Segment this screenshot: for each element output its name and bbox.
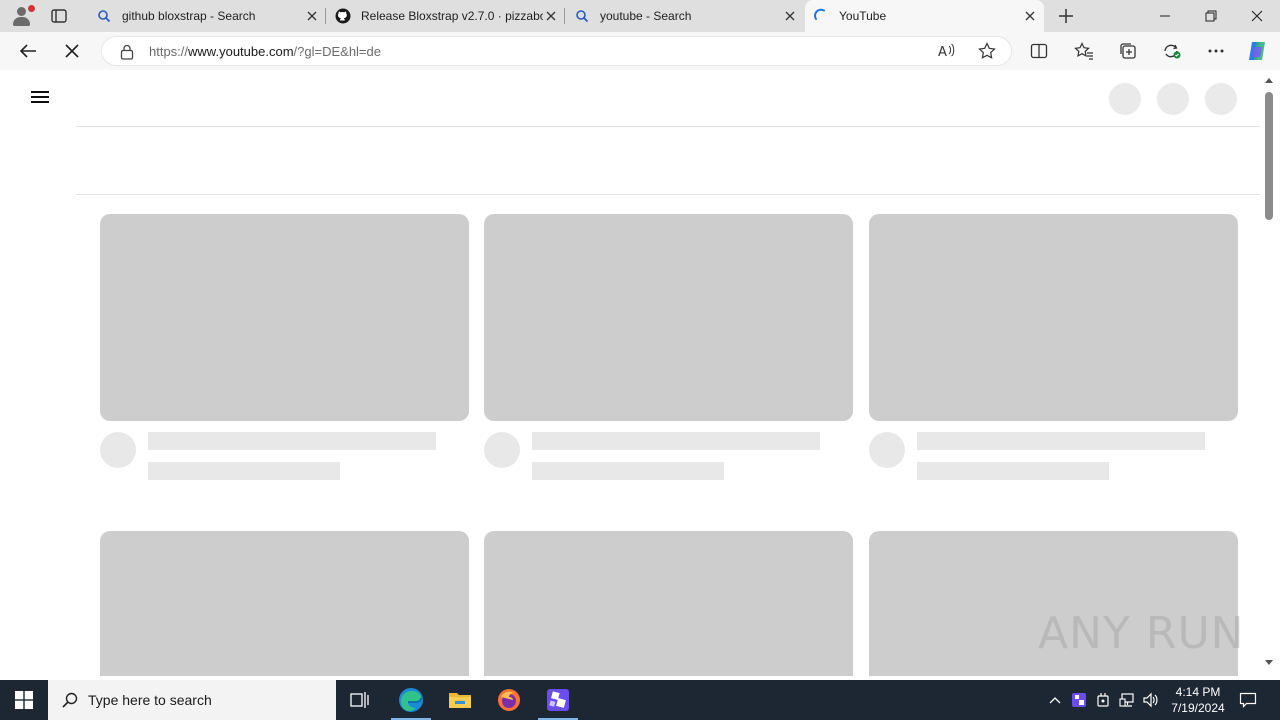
tab-title: github bloxstrap - Search [122, 9, 256, 23]
notifications-icon[interactable] [1234, 680, 1262, 720]
taskbar-search-box[interactable]: Type here to search [48, 680, 336, 720]
more-options-icon[interactable] [1202, 38, 1230, 64]
channel-avatar-skeleton [484, 432, 520, 468]
windows-logo-icon [15, 691, 33, 709]
tab-actions-icon[interactable] [50, 7, 68, 25]
anyrun-watermark: ANY RUN [1038, 608, 1245, 659]
bloxstrap-taskbar-icon[interactable] [534, 680, 582, 720]
url-path: /?gl=DE&hl=de [293, 44, 381, 59]
header-placeholder-circle [1109, 83, 1141, 115]
search-icon [62, 692, 78, 708]
profile-icon[interactable] [9, 5, 35, 27]
minimize-button[interactable] [1142, 0, 1188, 32]
show-hidden-icons-chevron-icon[interactable] [1046, 680, 1064, 720]
url-scheme: https:// [149, 44, 189, 59]
url-text[interactable]: https://www.youtube.com/?gl=DE&hl=de [149, 44, 381, 59]
task-view-icon[interactable] [336, 680, 384, 720]
new-tab-button[interactable] [1056, 6, 1076, 26]
favorites-icon[interactable] [1070, 38, 1098, 64]
tab-title: youtube - Search [600, 9, 692, 23]
close-window-button[interactable] [1234, 0, 1280, 32]
read-aloud-icon[interactable]: A [938, 43, 956, 64]
meta-skeleton [148, 462, 340, 480]
favorite-star-icon[interactable] [978, 42, 996, 65]
tab-youtube[interactable]: YouTube [805, 0, 1044, 32]
github-icon [335, 8, 351, 24]
stop-loading-button[interactable] [58, 38, 86, 64]
video-thumbnail-skeleton [484, 214, 853, 421]
collections-icon[interactable] [1114, 38, 1142, 64]
tab-youtube-search[interactable]: youtube - Search [566, 0, 804, 32]
lock-icon[interactable] [120, 44, 134, 65]
bloxstrap-tray-icon[interactable] [1068, 680, 1090, 720]
video-thumbnail-skeleton [484, 531, 853, 676]
volume-icon[interactable] [1140, 680, 1162, 720]
device-tray-icon[interactable] [1093, 680, 1113, 720]
restore-button[interactable] [1188, 0, 1234, 32]
meta-skeleton [917, 462, 1109, 480]
clock-time: 4:14 PM [1175, 685, 1221, 699]
web-page-viewport: ANY RUN [4, 70, 1276, 676]
scroll-up-arrow-icon[interactable] [1265, 78, 1273, 83]
copilot-icon[interactable] [1243, 38, 1271, 64]
channel-avatar-skeleton [869, 432, 905, 468]
tab-github-bloxstrap-search[interactable]: github bloxstrap - Search [88, 0, 326, 32]
search-placeholder: Type here to search [88, 692, 212, 708]
split-screen-icon[interactable] [1025, 38, 1053, 64]
title-skeleton [917, 432, 1205, 450]
taskbar-clock[interactable]: 4:14 PM 7/19/2024 [1162, 684, 1234, 716]
clock-date: 7/19/2024 [1171, 701, 1225, 715]
tab-title: YouTube [839, 9, 887, 23]
close-tab-icon[interactable] [543, 8, 559, 24]
url-host: www.youtube.com [188, 44, 294, 59]
title-skeleton [532, 432, 820, 450]
header-divider [76, 126, 1260, 127]
browser-essentials-icon[interactable] [1158, 38, 1186, 64]
close-tab-icon[interactable] [1022, 8, 1038, 24]
tab-strip: github bloxstrap - Search Release Bloxst… [0, 0, 1280, 32]
start-button[interactable] [0, 680, 48, 720]
tab-release-bloxstrap[interactable]: Release Bloxstrap v2.7.0 · pizzabo [327, 0, 565, 32]
header-placeholder-circle [1205, 83, 1237, 115]
close-tab-icon[interactable] [782, 8, 798, 24]
channel-avatar-skeleton [100, 432, 136, 468]
firefox-icon[interactable] [485, 680, 533, 720]
network-icon[interactable] [1116, 680, 1138, 720]
title-skeleton [148, 432, 436, 450]
video-thumbnail-skeleton [100, 531, 469, 676]
scrollbar-thumb[interactable] [1265, 92, 1273, 220]
scroll-down-arrow-icon[interactable] [1265, 660, 1273, 665]
loading-spinner-icon [813, 8, 829, 24]
back-button[interactable] [14, 38, 42, 64]
video-thumbnail-skeleton [100, 214, 469, 421]
menu-icon[interactable] [31, 89, 51, 105]
tab-title: Release Bloxstrap v2.7.0 · pizzabo [361, 9, 543, 23]
chips-divider [76, 194, 1260, 195]
windows-taskbar: Type here to search 4:14 PM 7/19/2024 [0, 680, 1280, 720]
edge-taskbar-icon[interactable] [387, 680, 435, 720]
close-tab-icon[interactable] [304, 8, 320, 24]
address-bar[interactable]: https://www.youtube.com/?gl=DE&hl=de A [101, 36, 1012, 66]
browser-toolbar: https://www.youtube.com/?gl=DE&hl=de A [0, 32, 1280, 70]
search-icon [574, 8, 590, 24]
header-placeholder-circle [1157, 83, 1189, 115]
search-icon [96, 8, 112, 24]
svg-text:A: A [938, 45, 947, 59]
file-explorer-icon[interactable] [436, 680, 484, 720]
video-thumbnail-skeleton [869, 214, 1238, 421]
vertical-scrollbar[interactable] [1262, 70, 1276, 676]
meta-skeleton [532, 462, 724, 480]
